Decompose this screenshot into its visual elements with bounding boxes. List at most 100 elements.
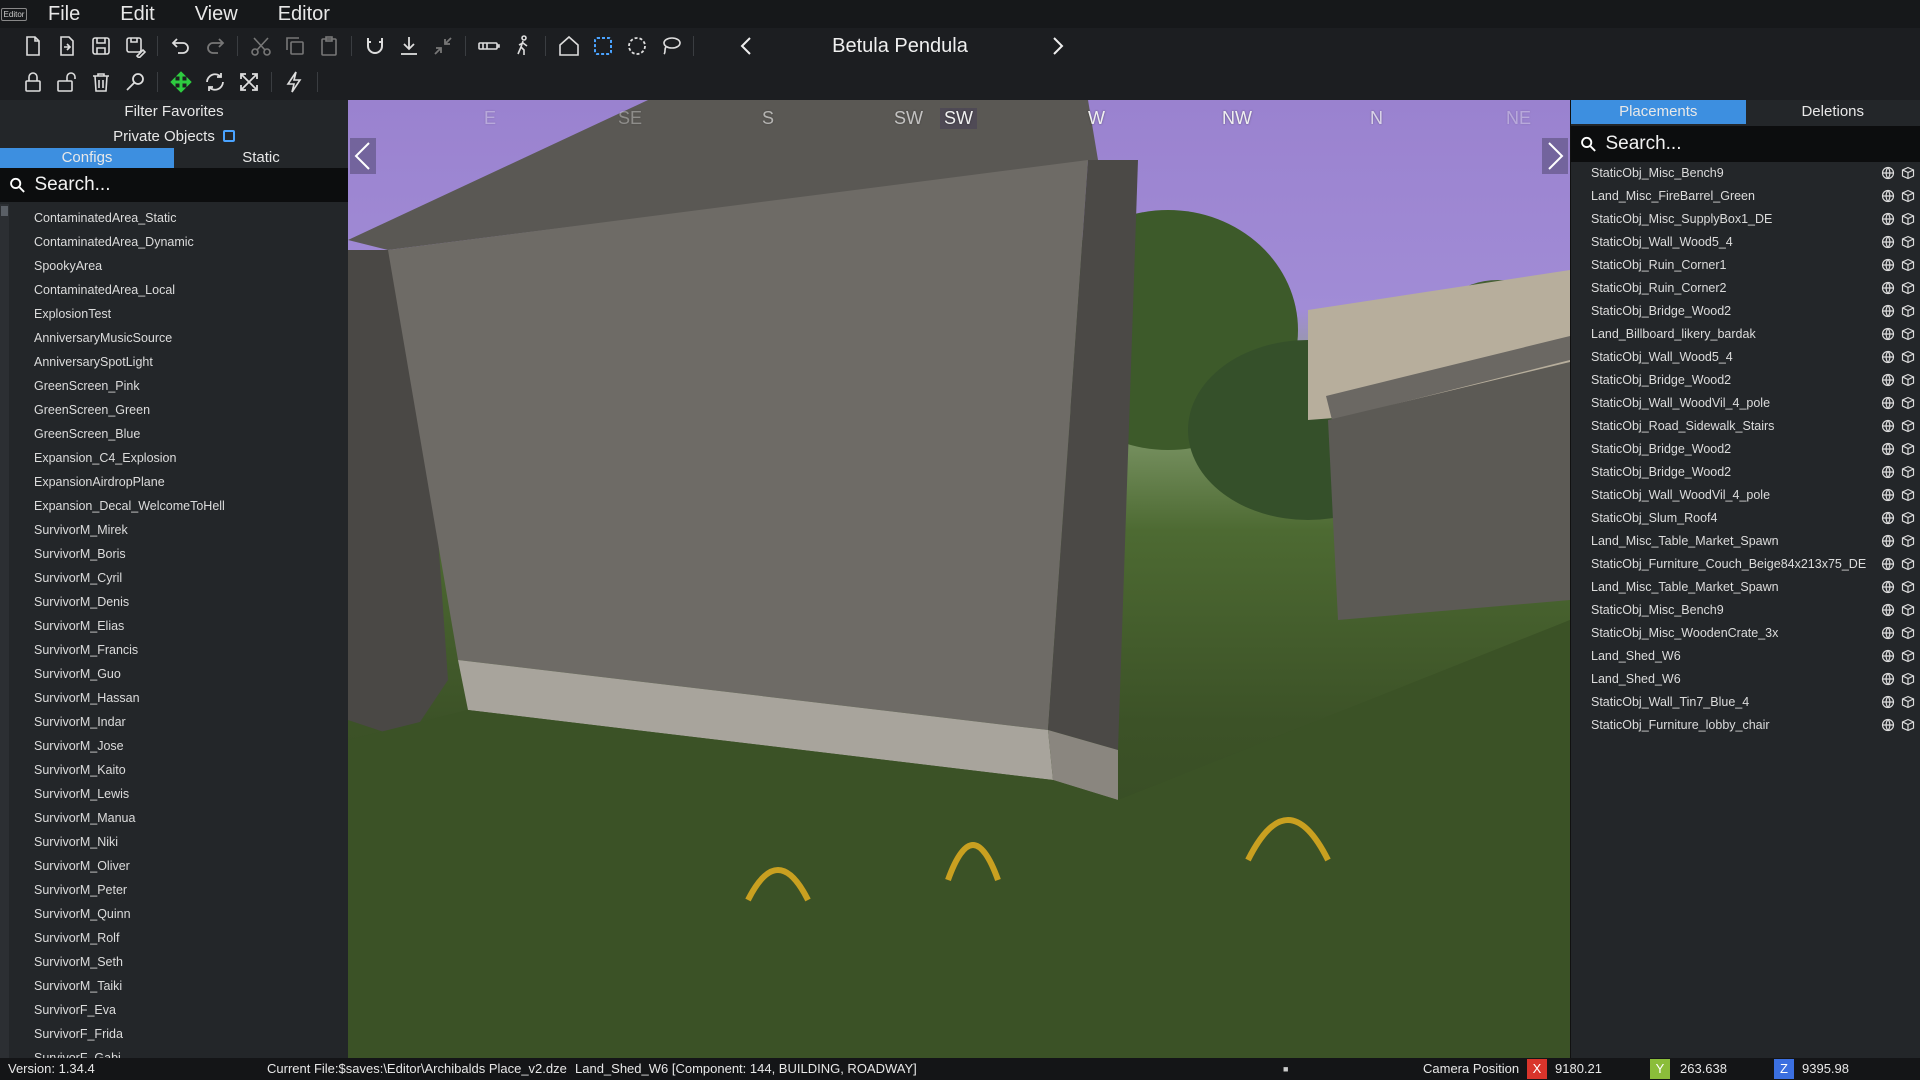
chevron-left-icon[interactable]: [730, 31, 764, 61]
tab-placements[interactable]: Placements: [1571, 100, 1746, 124]
config-list-item[interactable]: SurvivorM_Francis: [0, 638, 348, 662]
cube-icon[interactable]: [1901, 396, 1915, 410]
config-list-item[interactable]: ExpansionAirdropPlane: [0, 470, 348, 494]
move-icon[interactable]: [164, 67, 198, 97]
search-key-icon[interactable]: [118, 67, 152, 97]
cube-icon[interactable]: [1901, 304, 1915, 318]
config-list-item[interactable]: SurvivorM_Peter: [0, 878, 348, 902]
tab-static[interactable]: Static: [174, 148, 348, 168]
save-as-icon[interactable]: [118, 31, 152, 61]
delete-icon[interactable]: [84, 67, 118, 97]
cube-icon[interactable]: [1901, 534, 1915, 548]
rotate-icon[interactable]: [198, 67, 232, 97]
scale-icon[interactable]: [232, 67, 266, 97]
config-list-item[interactable]: SurvivorM_Manua: [0, 806, 348, 830]
lightning-icon[interactable]: [278, 67, 312, 97]
globe-icon[interactable]: [1881, 281, 1895, 295]
menu-edit[interactable]: Edit: [100, 0, 174, 28]
globe-icon[interactable]: [1881, 718, 1895, 732]
placement-list-item[interactable]: StaticObj_Furniture_lobby_chair: [1571, 714, 1920, 737]
cube-icon[interactable]: [1901, 327, 1915, 341]
cut-icon[interactable]: [244, 31, 278, 61]
config-list-item[interactable]: SurvivorM_Elias: [0, 614, 348, 638]
globe-icon[interactable]: [1881, 534, 1895, 548]
cube-icon[interactable]: [1901, 672, 1915, 686]
globe-icon[interactable]: [1881, 166, 1895, 180]
placement-list-item[interactable]: StaticObj_Slum_Roof4: [1571, 507, 1920, 530]
placement-list-item[interactable]: StaticObj_Bridge_Wood2: [1571, 300, 1920, 323]
new-file-icon[interactable]: [16, 31, 50, 61]
globe-icon[interactable]: [1881, 580, 1895, 594]
cube-icon[interactable]: [1901, 166, 1915, 180]
placement-list-item[interactable]: StaticObj_Ruin_Corner2: [1571, 277, 1920, 300]
cube-icon[interactable]: [1901, 350, 1915, 364]
config-list-item[interactable]: SurvivorM_Seth: [0, 950, 348, 974]
cube-icon[interactable]: [1901, 373, 1915, 387]
config-list-item[interactable]: Expansion_Decal_WelcomeToHell: [0, 494, 348, 518]
config-list-item[interactable]: SurvivorM_Mirek: [0, 518, 348, 542]
cube-icon[interactable]: [1901, 626, 1915, 640]
globe-icon[interactable]: [1881, 695, 1895, 709]
placement-list-item[interactable]: StaticObj_Furniture_Couch_Beige84x213x75…: [1571, 553, 1920, 576]
paste-icon[interactable]: [312, 31, 346, 61]
placement-list-item[interactable]: StaticObj_Misc_Bench9: [1571, 599, 1920, 622]
menu-file[interactable]: File: [28, 0, 100, 28]
globe-icon[interactable]: [1881, 511, 1895, 525]
cube-icon[interactable]: [1901, 511, 1915, 525]
ground-snap-icon[interactable]: [392, 31, 426, 61]
placement-list-item[interactable]: Land_Misc_Table_Market_Spawn: [1571, 576, 1920, 599]
placement-list-item[interactable]: StaticObj_Bridge_Wood2: [1571, 438, 1920, 461]
unlock-icon[interactable]: [50, 67, 84, 97]
placement-list-item[interactable]: StaticObj_Bridge_Wood2: [1571, 369, 1920, 392]
config-list-item[interactable]: SurvivorM_Niki: [0, 830, 348, 854]
globe-icon[interactable]: [1881, 603, 1895, 617]
placement-list-item[interactable]: Land_Shed_W6: [1571, 645, 1920, 668]
placement-list-item[interactable]: StaticObj_Wall_WoodVil_4_pole: [1571, 392, 1920, 415]
globe-icon[interactable]: [1881, 258, 1895, 272]
cube-icon[interactable]: [1901, 718, 1915, 732]
cube-icon[interactable]: [1901, 488, 1915, 502]
compass-left-arrow[interactable]: [350, 138, 376, 174]
lasso-select-icon[interactable]: [654, 31, 688, 61]
circle-select-icon[interactable]: [620, 31, 654, 61]
config-list-item[interactable]: SurvivorM_Lewis: [0, 782, 348, 806]
globe-icon[interactable]: [1881, 189, 1895, 203]
placement-list-item[interactable]: StaticObj_Bridge_Wood2: [1571, 461, 1920, 484]
config-list-item[interactable]: SurvivorF_Eva: [0, 998, 348, 1022]
object-search-input[interactable]: [34, 174, 348, 196]
config-list-item[interactable]: SurvivorM_Indar: [0, 710, 348, 734]
globe-icon[interactable]: [1881, 373, 1895, 387]
globe-icon[interactable]: [1881, 626, 1895, 640]
placement-list-item[interactable]: Land_Misc_Table_Market_Spawn: [1571, 530, 1920, 553]
undo-icon[interactable]: [164, 31, 198, 61]
cube-icon[interactable]: [1901, 649, 1915, 663]
placement-list-item[interactable]: StaticObj_Road_Sidewalk_Stairs: [1571, 415, 1920, 438]
config-list-item[interactable]: GreenScreen_Pink: [0, 374, 348, 398]
cube-icon[interactable]: [1901, 258, 1915, 272]
globe-icon[interactable]: [1881, 396, 1895, 410]
cube-icon[interactable]: [1901, 557, 1915, 571]
redo-icon[interactable]: [198, 31, 232, 61]
placement-list-item[interactable]: Land_Billboard_likery_bardak: [1571, 323, 1920, 346]
config-list-item[interactable]: AnniversarySpotLight: [0, 350, 348, 374]
cube-icon[interactable]: [1901, 695, 1915, 709]
globe-icon[interactable]: [1881, 442, 1895, 456]
globe-icon[interactable]: [1881, 465, 1895, 479]
globe-icon[interactable]: [1881, 327, 1895, 341]
placement-list-item[interactable]: StaticObj_Misc_SupplyBox1_DE: [1571, 208, 1920, 231]
cube-icon[interactable]: [1901, 465, 1915, 479]
copy-icon[interactable]: [278, 31, 312, 61]
placement-list-item[interactable]: Land_Shed_W6: [1571, 668, 1920, 691]
config-list-item[interactable]: SurvivorM_Denis: [0, 590, 348, 614]
box-select-icon[interactable]: [586, 31, 620, 61]
cube-icon[interactable]: [1901, 212, 1915, 226]
globe-icon[interactable]: [1881, 350, 1895, 364]
cube-icon[interactable]: [1901, 442, 1915, 456]
globe-icon[interactable]: [1881, 672, 1895, 686]
config-list-item[interactable]: AnniversaryMusicSource: [0, 326, 348, 350]
config-list-item[interactable]: SurvivorM_Quinn: [0, 902, 348, 926]
config-list-item[interactable]: SurvivorM_Cyril: [0, 566, 348, 590]
globe-icon[interactable]: [1881, 488, 1895, 502]
menu-editor[interactable]: Editor: [258, 0, 350, 28]
globe-icon[interactable]: [1881, 649, 1895, 663]
